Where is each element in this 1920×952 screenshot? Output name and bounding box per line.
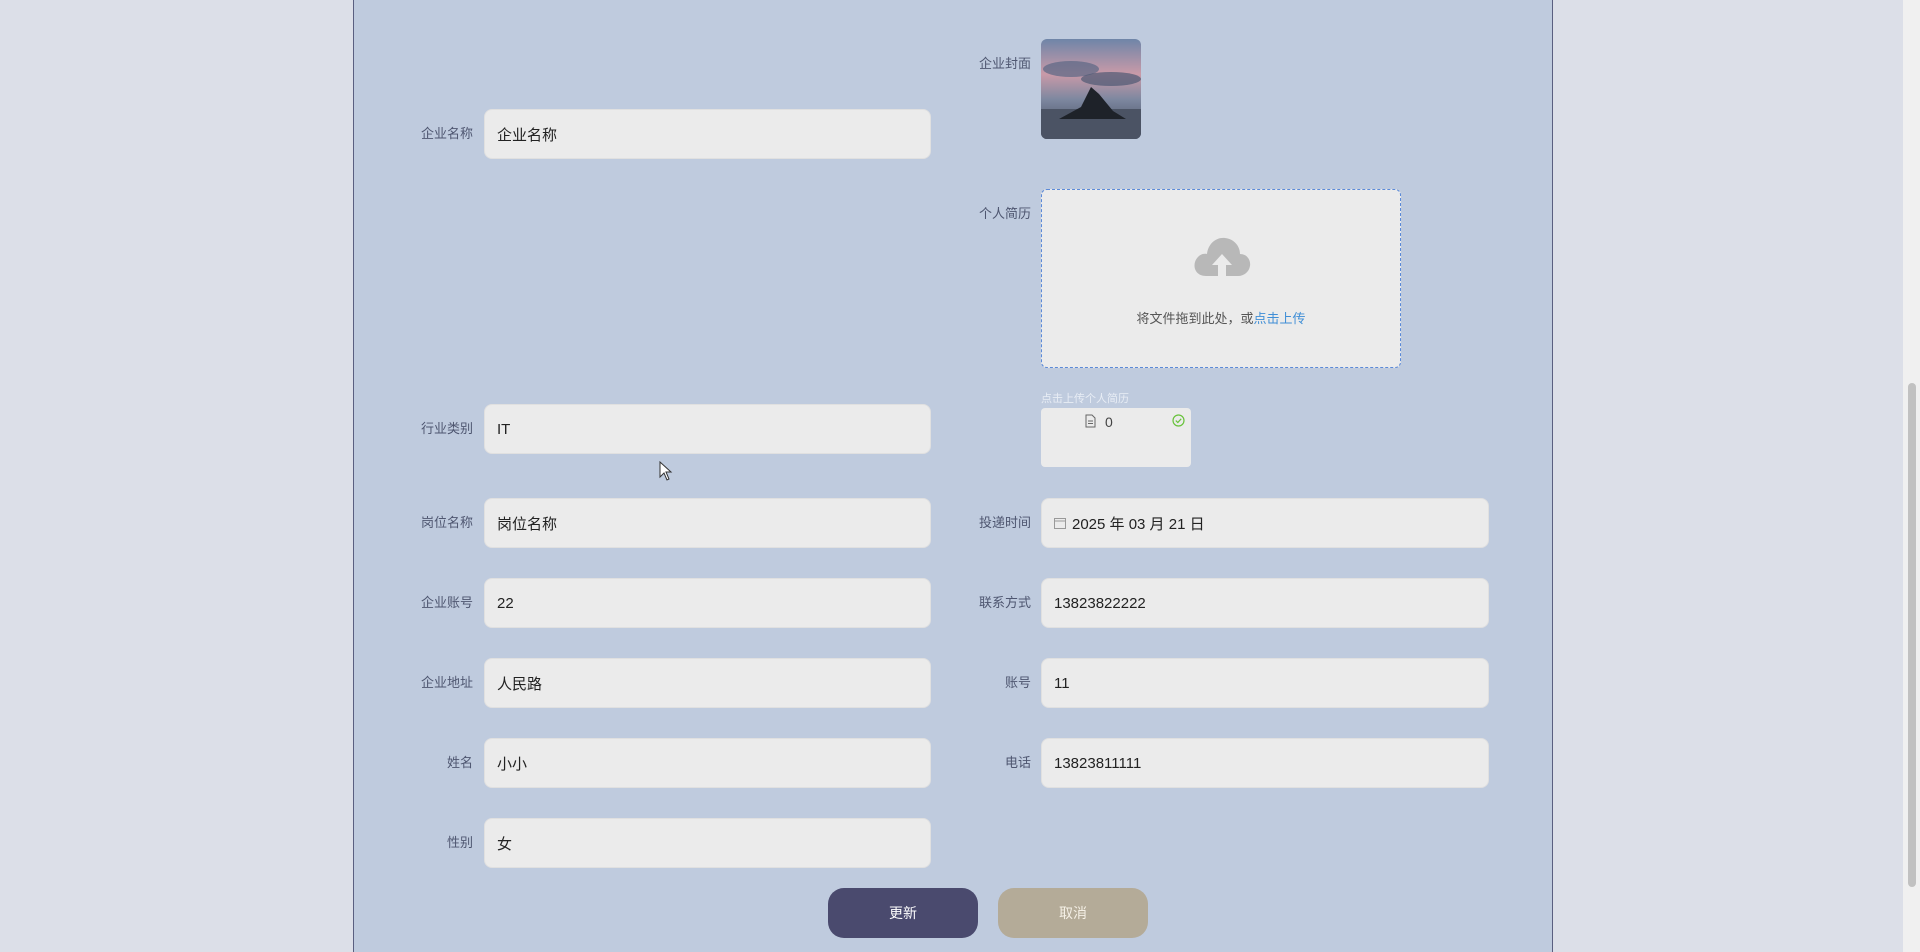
page-scrollbar[interactable] bbox=[1903, 0, 1920, 952]
company-address-input[interactable]: 人民路 bbox=[484, 658, 931, 708]
drop-text: 将文件拖到此处，或 bbox=[1136, 311, 1254, 326]
uploaded-file-item[interactable]: 0 bbox=[1041, 408, 1191, 467]
account-label: 账号 bbox=[1004, 675, 1031, 690]
account-input[interactable]: 11 bbox=[1041, 658, 1489, 708]
company-name-label: 企业名称 bbox=[420, 126, 473, 141]
company-cover-label: 企业封面 bbox=[978, 56, 1031, 71]
name-label: 姓名 bbox=[446, 755, 473, 770]
submit-time-label: 投递时间 bbox=[978, 515, 1031, 530]
resume-label: 个人简历 bbox=[978, 206, 1031, 221]
update-button[interactable]: 更新 bbox=[828, 888, 978, 938]
cancel-button[interactable]: 取消 bbox=[998, 888, 1148, 938]
file-name: 0 bbox=[1105, 414, 1113, 430]
industry-input[interactable]: IT bbox=[484, 404, 931, 454]
name-input[interactable]: 小小 bbox=[484, 738, 931, 788]
click-upload-link[interactable]: 点击上传 bbox=[1254, 311, 1306, 326]
phone-label: 电话 bbox=[1004, 755, 1031, 770]
document-icon bbox=[1085, 414, 1096, 428]
company-cover-image[interactable] bbox=[1041, 39, 1141, 139]
gender-label: 性别 bbox=[446, 835, 473, 850]
phone-input[interactable]: 13823811111 bbox=[1041, 738, 1489, 788]
position-label: 岗位名称 bbox=[420, 515, 473, 530]
company-address-label: 企业地址 bbox=[420, 675, 473, 690]
submit-time-value: 2025 年 03 月 21 日 bbox=[1072, 515, 1205, 533]
cloud-upload-icon bbox=[1194, 237, 1251, 276]
calendar-icon bbox=[1054, 518, 1066, 529]
upload-instruction: 将文件拖到此处，或点击上传 bbox=[1042, 308, 1400, 327]
submit-time-picker[interactable]: 2025 年 03 月 21 日 bbox=[1041, 498, 1489, 548]
company-account-label: 企业账号 bbox=[420, 595, 473, 610]
position-input[interactable]: 岗位名称 bbox=[484, 498, 931, 548]
gender-input[interactable]: 女 bbox=[484, 818, 931, 868]
contact-input[interactable]: 13823822222 bbox=[1041, 578, 1489, 628]
industry-label: 行业类别 bbox=[420, 421, 473, 436]
scrollbar-thumb[interactable] bbox=[1908, 383, 1916, 887]
mouse-cursor-icon bbox=[659, 461, 673, 481]
company-name-input[interactable]: 企业名称 bbox=[484, 109, 931, 159]
company-account-input[interactable]: 22 bbox=[484, 578, 931, 628]
resume-upload-dropzone[interactable]: 将文件拖到此处，或点击上传 bbox=[1041, 189, 1401, 368]
contact-label: 联系方式 bbox=[978, 595, 1031, 610]
resume-hint: 点击上传个人简历 bbox=[1041, 393, 1129, 405]
check-circle-icon bbox=[1172, 414, 1185, 427]
